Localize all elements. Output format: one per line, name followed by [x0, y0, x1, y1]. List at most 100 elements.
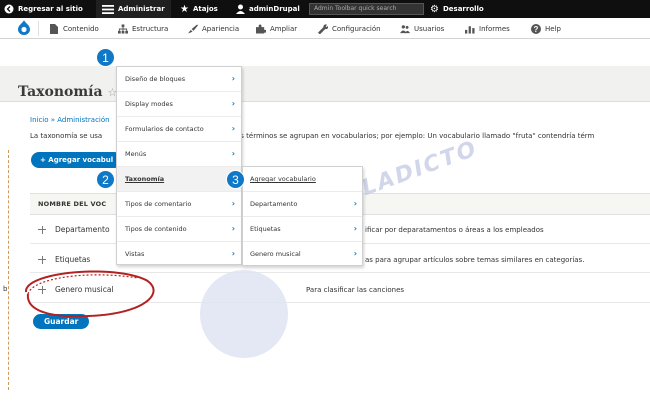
menu-item-genero-musical[interactable]: Genero musical ›	[243, 242, 362, 265]
chevron-right-icon: ›	[353, 224, 357, 233]
menu-item-label: Menús	[125, 150, 147, 158]
chevron-right-icon: ›	[231, 224, 235, 233]
chevron-right-icon: ›	[353, 249, 357, 258]
vocabulary-description: Para clasificar las canciones	[306, 286, 405, 294]
menu-item-label: Taxonomía	[125, 175, 165, 183]
chevron-right-icon: ›	[231, 149, 235, 158]
back-to-site-link[interactable]: Regresar al sitio	[4, 0, 83, 18]
menu-people-label: Usuarios	[414, 24, 445, 33]
chevron-right-icon: ›	[231, 249, 235, 258]
admin-quick-search-input[interactable]: Admin Toolbar quick search	[309, 3, 424, 15]
menu-item-label: Vistas	[125, 250, 145, 258]
admin-menu-bar: Contenido Estructura Apariencia Ampliar …	[0, 18, 650, 39]
development-tab[interactable]: ⚙ Desarrollo	[430, 0, 484, 18]
menu-configuration-label: Configuración	[332, 24, 381, 33]
edge-letter: b	[3, 285, 8, 293]
menu-item-label: Departamento	[250, 200, 298, 208]
menu-item-taxonomy[interactable]: Taxonomía ›	[117, 167, 241, 192]
vocabulary-name: Departamento	[55, 225, 110, 234]
menu-item-block-layout[interactable]: Diseño de bloques ›	[117, 67, 241, 92]
menu-structure[interactable]: Estructura	[118, 18, 168, 39]
svg-text:?: ?	[534, 25, 539, 34]
help-icon: ?	[531, 23, 541, 34]
chevron-right-icon: ›	[231, 99, 235, 108]
chevron-right-icon: ›	[231, 74, 235, 83]
taxonomy-dropdown: Agregar vocabulario Departamento › Etiqu…	[242, 166, 363, 266]
user-icon	[236, 4, 245, 14]
menu-content[interactable]: Contenido	[49, 18, 99, 39]
menu-item-add-vocabulary[interactable]: Agregar vocabulario	[243, 167, 362, 192]
screenshot-root: Regresar al sitio Administrar ★ Atajos a…	[0, 0, 650, 413]
page-title: Taxonomía ☆	[18, 84, 117, 100]
gear-icon: ⚙	[430, 3, 439, 15]
structure-dropdown: Diseño de bloques › Display modes › Form…	[116, 66, 242, 265]
menu-item-display-modes[interactable]: Display modes ›	[117, 92, 241, 117]
brush-icon	[188, 23, 198, 34]
star-icon: ★	[180, 3, 189, 15]
menu-item-menus[interactable]: Menús ›	[117, 142, 241, 167]
menu-item-departamento[interactable]: Departamento ›	[243, 192, 362, 217]
table-row-name: Departamento	[38, 225, 110, 234]
menu-people[interactable]: Usuarios	[400, 18, 444, 39]
menu-item-contact-forms[interactable]: Formularios de contacto ›	[117, 117, 241, 142]
admin-toolbar: Regresar al sitio Administrar ★ Atajos a…	[0, 0, 650, 18]
menu-item-label: Tipos de contenido	[125, 225, 187, 233]
step-badge-1: 1	[96, 48, 115, 67]
page-description-left: La taxonomía se usa	[30, 132, 103, 140]
menu-help-label: Help	[545, 24, 561, 33]
document-icon	[49, 23, 59, 34]
chevron-right-icon: ›	[231, 199, 235, 208]
development-label: Desarrollo	[442, 5, 484, 13]
breadcrumb[interactable]: Inicio » Administración	[30, 116, 110, 124]
menu-extend[interactable]: Ampliar	[256, 18, 297, 39]
shortcuts-label: Atajos	[192, 5, 218, 13]
menu-item-label: Etiquetas	[250, 225, 281, 233]
wrench-icon	[318, 23, 328, 34]
manage-tab[interactable]: Administrar	[96, 0, 171, 18]
home-link[interactable]	[12, 18, 36, 39]
menu-reports[interactable]: Informes	[465, 18, 510, 39]
menu-item-comment-types[interactable]: Tipos de comentario ›	[117, 192, 241, 217]
menu-appearance[interactable]: Apariencia	[188, 18, 239, 39]
menu-extend-label: Ampliar	[270, 24, 298, 33]
page-title-text: Taxonomía	[18, 84, 103, 100]
bar-chart-icon	[465, 24, 475, 34]
menu-configuration[interactable]: Configuración	[318, 18, 381, 39]
dashed-guide-line	[8, 150, 9, 390]
menu-structure-label: Estructura	[132, 24, 169, 33]
menu-item-etiquetas[interactable]: Etiquetas ›	[243, 217, 362, 242]
table-row-name: Etiquetas	[38, 255, 90, 264]
drag-handle-icon[interactable]	[38, 225, 46, 234]
menu-item-label: Diseño de bloques	[125, 75, 186, 83]
user-tab[interactable]: adminDrupal	[236, 0, 300, 18]
chevron-right-icon: ›	[231, 124, 235, 133]
vocabulary-description: as para agrupar artículos sobre temas si…	[365, 256, 585, 264]
menu-appearance-label: Apariencia	[202, 24, 240, 33]
vocabulary-description: ificar por deparatamentos o áreas a los …	[365, 226, 544, 234]
back-arrow-icon	[4, 4, 14, 14]
column-header-name: NOMBRE DEL VOC	[38, 200, 107, 208]
add-vocabulary-button[interactable]: + Agregar vocabul	[31, 152, 123, 168]
annotation-ellipse	[24, 270, 155, 318]
menu-item-views[interactable]: Vistas ›	[117, 242, 241, 265]
shortcuts-tab[interactable]: ★ Atajos	[180, 0, 218, 18]
menu-item-label: Tipos de comentario	[125, 200, 192, 208]
back-to-site-label: Regresar al sitio	[18, 5, 83, 13]
menu-content-label: Contenido	[63, 24, 99, 33]
menu-item-content-types[interactable]: Tipos de contenido ›	[117, 217, 241, 242]
sitemap-icon	[118, 23, 128, 34]
people-icon	[400, 24, 410, 34]
menu-item-label: Formularios de contacto	[125, 125, 204, 133]
vocabulary-name: Etiquetas	[55, 255, 91, 264]
step-badge-3: 3	[226, 170, 245, 189]
menu-item-label: Genero musical	[250, 250, 301, 258]
puzzle-icon	[256, 24, 266, 34]
user-label: adminDrupal	[249, 5, 300, 13]
watermark-logo	[200, 270, 288, 358]
chevron-right-icon: ›	[353, 199, 357, 208]
menu-help[interactable]: ? Help	[531, 18, 561, 39]
menu-reports-label: Informes	[479, 24, 510, 33]
drupal-logo-icon	[17, 20, 31, 37]
drag-handle-icon[interactable]	[38, 255, 46, 264]
manage-label: Administrar	[118, 5, 165, 13]
